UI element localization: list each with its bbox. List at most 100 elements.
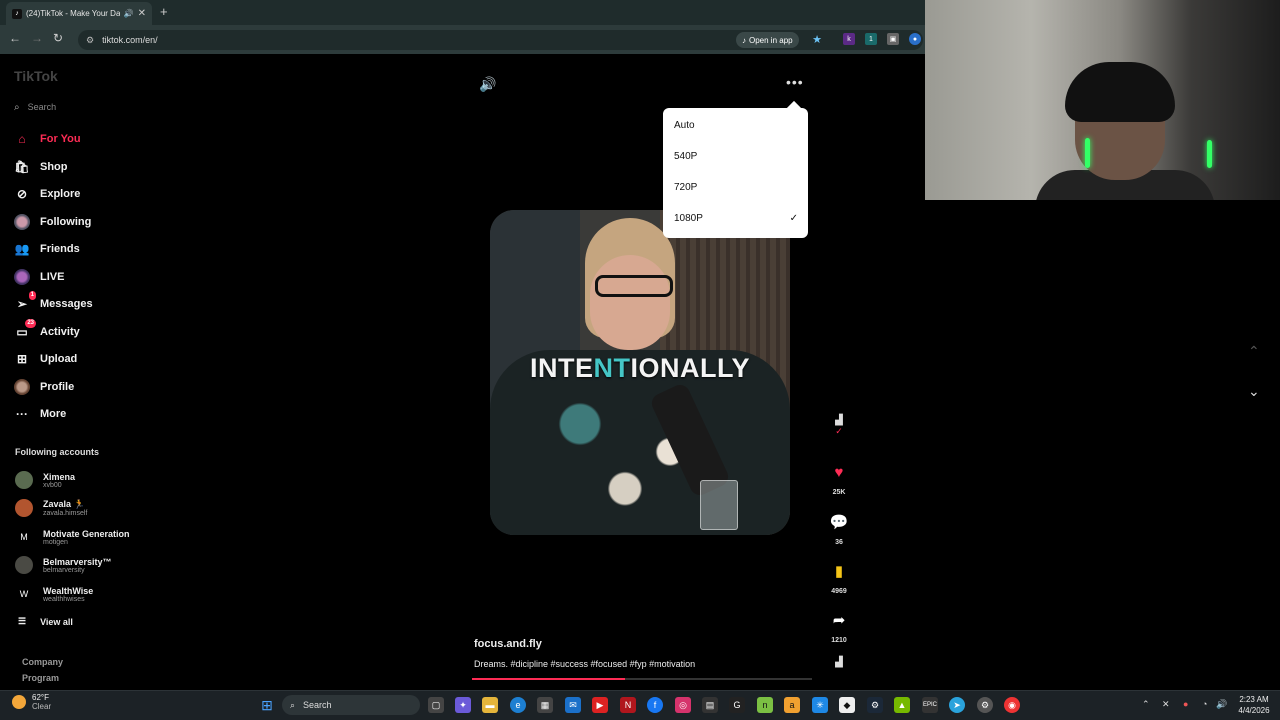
volume-icon[interactable]: 🔊 bbox=[479, 76, 496, 93]
netflix-icon[interactable]: N bbox=[620, 697, 636, 713]
account-item[interactable]: Zavala 🏃 zavala.himself bbox=[15, 496, 87, 520]
sidebar-search[interactable]: ⌕ Search bbox=[14, 98, 184, 116]
reload-icon[interactable]: ↻ bbox=[53, 31, 63, 45]
comment-button[interactable]: 💬 36 bbox=[826, 513, 852, 546]
view-all-button[interactable]: ☰ View all bbox=[18, 616, 73, 627]
account-item[interactable]: M Motivate Generation motigen bbox=[15, 525, 130, 549]
paper-plane-icon: ➢ 1 bbox=[16, 291, 36, 311]
video-water-glass bbox=[700, 480, 738, 530]
tab-audio-icon[interactable]: 🔊 bbox=[124, 9, 134, 18]
chrome-icon[interactable]: ◉ bbox=[1004, 697, 1020, 713]
extension-counter-icon[interactable]: 1 bbox=[865, 33, 877, 45]
more-options-icon[interactable]: ••• bbox=[786, 74, 804, 90]
save-button[interactable]: ▮ 4969 bbox=[826, 562, 852, 595]
open-in-app-button[interactable]: ♪ Open in app bbox=[736, 32, 799, 48]
nvidia-icon[interactable]: n bbox=[757, 697, 773, 713]
tray-wifi-icon[interactable]: ◔ bbox=[1202, 699, 1207, 709]
account-item[interactable]: W WealthWise wealthhwises bbox=[15, 582, 93, 606]
footer-program-link[interactable]: Program bbox=[22, 673, 59, 683]
nav-friends[interactable]: 👥 Friends bbox=[14, 239, 80, 259]
taskbar-clock[interactable]: 2:23 AM 4/4/2026 bbox=[1232, 694, 1276, 716]
new-tab-button[interactable]: + bbox=[160, 4, 168, 19]
site-info-icon[interactable]: ⚙ bbox=[86, 35, 94, 46]
calendar-icon[interactable]: ▤ bbox=[702, 697, 718, 713]
task-view-icon[interactable]: ▢ bbox=[428, 697, 444, 713]
nav-messages[interactable]: ➢ 1 Messages bbox=[14, 291, 93, 314]
weather-widget[interactable]: 62°F Clear bbox=[12, 693, 51, 711]
tray-overflow-icon[interactable]: ⌃ bbox=[1142, 699, 1150, 710]
previous-video-icon[interactable]: ⌃ bbox=[1248, 343, 1260, 360]
follow-check-icon[interactable]: ✓ bbox=[826, 426, 852, 437]
sound-bars-icon[interactable]: ▟ bbox=[826, 657, 852, 668]
caption-highlight: NT bbox=[593, 353, 631, 383]
forward-icon[interactable]: → bbox=[31, 31, 43, 45]
edge-browser-icon[interactable]: e bbox=[510, 697, 526, 713]
walmart-icon[interactable]: ✳ bbox=[812, 697, 828, 713]
video-author[interactable]: focus.and.fly bbox=[474, 638, 542, 650]
caption-part: IONALLY bbox=[630, 353, 751, 383]
nav-more[interactable]: ··· More bbox=[14, 404, 66, 424]
activity-badge: 23 bbox=[25, 319, 36, 328]
following-avatar bbox=[14, 214, 30, 230]
mail-icon[interactable]: ✉ bbox=[565, 697, 581, 713]
footer-company-link[interactable]: Company bbox=[22, 657, 63, 667]
tab-title: (24)TikTok - Make Your Day bbox=[26, 9, 120, 18]
nav-upload[interactable]: ⊞ Upload bbox=[14, 349, 77, 369]
creator-avatar[interactable]: ▟ ✓ bbox=[826, 415, 852, 437]
option-label: 720P bbox=[674, 182, 698, 193]
facebook-icon[interactable]: f bbox=[647, 697, 663, 713]
telegram-icon[interactable]: ➤ bbox=[949, 697, 965, 713]
nav-activity[interactable]: ▭ 23 Activity bbox=[14, 319, 80, 342]
video-progress-bar[interactable] bbox=[472, 678, 812, 680]
instagram-icon[interactable]: ◎ bbox=[675, 697, 691, 713]
profile-avatar-icon[interactable]: ● bbox=[909, 33, 921, 45]
nav-explore[interactable]: ⊘ Explore bbox=[14, 184, 80, 204]
video-subject-glasses bbox=[595, 275, 673, 297]
steam-icon[interactable]: ⚙ bbox=[867, 697, 883, 713]
epic-games-icon[interactable]: EPIC bbox=[922, 697, 938, 713]
progress-fill bbox=[472, 678, 625, 680]
settings-icon[interactable]: ⚙ bbox=[977, 697, 993, 713]
quality-option-1080p[interactable]: 1080P ✓ bbox=[674, 213, 798, 224]
quality-option-540p[interactable]: 540P bbox=[674, 151, 798, 162]
extension-puzzle-icon[interactable]: ▣ bbox=[887, 33, 899, 45]
search-placeholder: Search bbox=[27, 102, 57, 112]
next-video-icon[interactable]: ⌄ bbox=[1248, 383, 1260, 400]
back-icon[interactable]: ← bbox=[9, 31, 21, 45]
account-item[interactable]: Belmarversity™ belmarversity bbox=[15, 553, 112, 577]
browser-tab[interactable]: ♪ (24)TikTok - Make Your Day 🔊 ✕ bbox=[6, 2, 152, 25]
extension-k-icon[interactable]: k bbox=[843, 33, 855, 45]
nav-profile[interactable]: Profile bbox=[14, 377, 74, 397]
tray-volume-icon[interactable]: 🔊 bbox=[1216, 699, 1227, 710]
quality-option-auto[interactable]: Auto bbox=[674, 120, 798, 131]
tray-mic-icon[interactable]: ● bbox=[1183, 699, 1188, 709]
activity-icon: ▭ 23 bbox=[16, 319, 36, 339]
like-button[interactable]: ♥ 25K bbox=[826, 464, 852, 496]
tab-close-icon[interactable]: ✕ bbox=[138, 8, 146, 19]
youtube-icon[interactable]: ▶ bbox=[592, 697, 608, 713]
roblox-icon[interactable]: ◆ bbox=[839, 697, 855, 713]
tiktok-logo[interactable]: TikTok bbox=[14, 68, 58, 84]
webcam-hair bbox=[1065, 62, 1175, 122]
windows-start-icon[interactable]: ⊞ bbox=[259, 697, 275, 713]
copilot-icon[interactable]: ✦ bbox=[455, 697, 471, 713]
geforce-icon[interactable]: ▲ bbox=[894, 697, 910, 713]
nav-for-you[interactable]: ⌂ For You bbox=[14, 129, 80, 149]
nav-following[interactable]: Following bbox=[14, 212, 91, 232]
menu-caret bbox=[786, 100, 802, 116]
share-button[interactable]: ➦ 1210 bbox=[826, 611, 852, 644]
nav-shop[interactable]: 🛍 Shop bbox=[14, 157, 67, 177]
file-explorer-icon[interactable]: ▬ bbox=[482, 697, 498, 713]
microsoft-store-icon[interactable]: ▦ bbox=[537, 697, 553, 713]
amazon-icon[interactable]: a bbox=[784, 697, 800, 713]
heart-icon: ♥ bbox=[834, 464, 844, 481]
option-label: 1080P bbox=[674, 213, 703, 224]
nav-live[interactable]: LIVE bbox=[14, 267, 64, 287]
checkmark-icon: ✓ bbox=[789, 213, 798, 224]
account-item[interactable]: Ximena xvb00 bbox=[15, 468, 75, 492]
taskbar-search[interactable]: ⌕ Search bbox=[282, 695, 420, 715]
app-g-icon[interactable]: G bbox=[729, 697, 745, 713]
bookmark-star-icon[interactable]: ★ bbox=[811, 33, 823, 46]
quality-option-720p[interactable]: 720P bbox=[674, 182, 798, 193]
tray-network-off-icon[interactable]: ✕ bbox=[1162, 699, 1170, 710]
